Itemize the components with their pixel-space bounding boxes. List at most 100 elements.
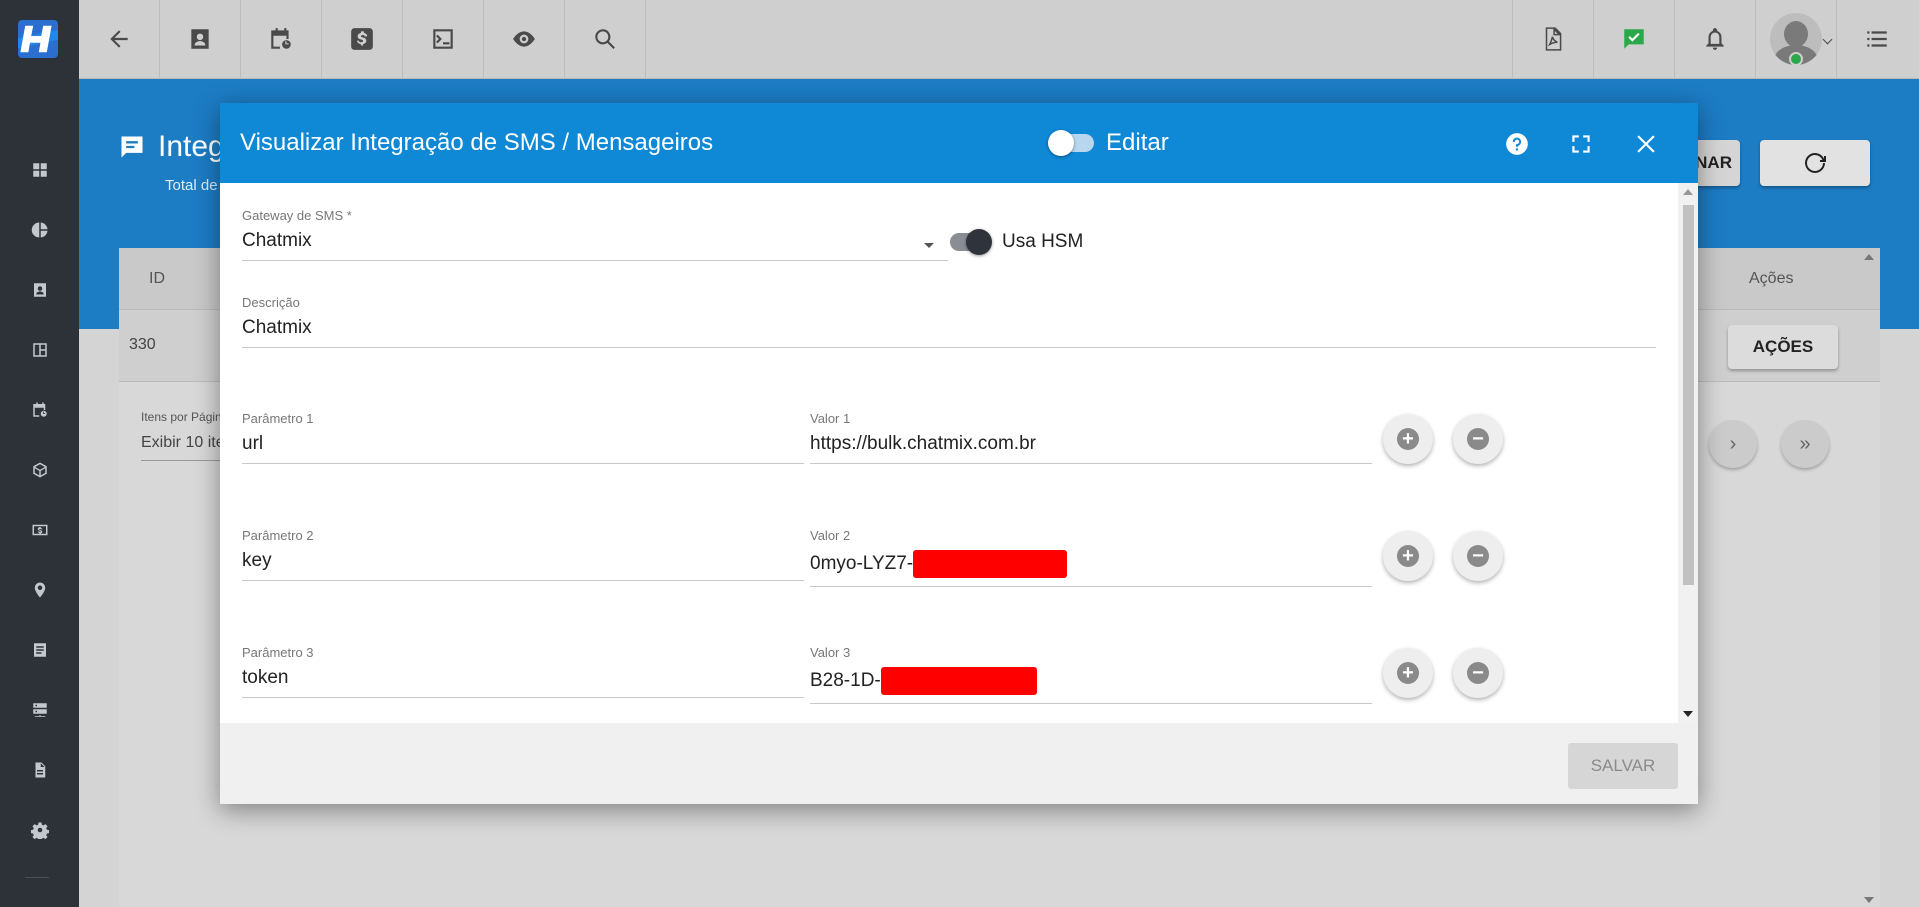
valor-3-label: Valor 3: [810, 645, 851, 660]
hsm-toggle[interactable]: Usa HSM: [950, 229, 1084, 255]
settings-icon[interactable]: [0, 800, 79, 860]
pie-chart-icon[interactable]: [0, 200, 79, 260]
edit-toggle[interactable]: Editar: [1048, 129, 1169, 157]
page-title-text: Integ: [158, 130, 225, 163]
param-2-field[interactable]: key: [242, 550, 804, 581]
contacts-button[interactable]: [160, 0, 241, 78]
column-header-acoes: Ações: [1749, 270, 1794, 287]
fullscreen-button[interactable]: [1566, 129, 1596, 159]
modal-body: Gateway de SMS * Chatmix Usa HSM Descriç…: [220, 183, 1678, 723]
plus-circle-icon: +: [1397, 545, 1419, 567]
redaction-box: [880, 667, 1037, 695]
server-icon[interactable]: [0, 680, 79, 740]
online-status-dot: [1789, 52, 1803, 66]
search-button[interactable]: [565, 0, 646, 78]
row-actions-button[interactable]: AÇÕES: [1728, 325, 1838, 369]
scroll-down-arrow[interactable]: [1683, 711, 1693, 717]
valor-3-text: B28-1D-: [810, 670, 881, 692]
contact-card-icon: [191, 29, 209, 49]
valor-2-label: Valor 2: [810, 528, 851, 543]
back-button[interactable]: [79, 0, 160, 78]
page-scrollbar[interactable]: [1858, 248, 1880, 907]
sms-integration-modal: Visualizar Integração de SMS / Mensageir…: [220, 103, 1698, 804]
contact-icon[interactable]: [0, 260, 79, 320]
bell-icon: [1706, 28, 1724, 50]
hsm-switch[interactable]: [950, 229, 992, 255]
help-icon: [1506, 133, 1528, 155]
page-size-label: Itens por Págin: [141, 410, 222, 424]
user-menu-button[interactable]: [1755, 0, 1836, 78]
notifications-button[interactable]: [1674, 0, 1755, 78]
help-button[interactable]: [1502, 129, 1532, 159]
calendar-clock-icon: [271, 28, 291, 49]
remove-param-3-button[interactable]: −: [1453, 648, 1503, 698]
remove-param-2-button[interactable]: −: [1453, 531, 1503, 581]
minus-circle-icon: −: [1467, 545, 1489, 567]
scroll-up-arrow[interactable]: [1683, 189, 1693, 195]
document-icon[interactable]: [0, 740, 79, 800]
cell-id: 330: [129, 336, 156, 353]
list-icon[interactable]: [0, 620, 79, 680]
back-arrow-icon: [110, 30, 128, 48]
message-icon: [121, 136, 143, 158]
edit-label: Editar: [1106, 129, 1169, 156]
hsm-label: Usa HSM: [1002, 231, 1084, 252]
money-icon[interactable]: [0, 500, 79, 560]
chat-check-icon: [1624, 29, 1644, 49]
last-page-button[interactable]: »: [1781, 420, 1829, 468]
add-param-1-button[interactable]: +: [1383, 414, 1433, 464]
schedule-button[interactable]: [241, 0, 322, 78]
board-icon[interactable]: [0, 320, 79, 380]
fullscreen-icon: [1572, 135, 1590, 153]
refresh-icon: [1805, 152, 1826, 173]
messages-button[interactable]: [1593, 0, 1674, 78]
search-icon: [595, 29, 615, 49]
param-3-label: Parâmetro 3: [242, 645, 314, 660]
modal-scrollbar[interactable]: [1678, 183, 1698, 723]
pdf-icon: [1545, 27, 1562, 51]
param-1-label: Parâmetro 1: [242, 411, 314, 426]
view-button[interactable]: [484, 0, 565, 78]
menu-list-button[interactable]: [1836, 0, 1917, 78]
valor-2-field[interactable]: 0myo-LYZ7-: [810, 550, 1372, 587]
param-3-field[interactable]: token: [242, 667, 804, 698]
save-button[interactable]: SALVAR: [1568, 743, 1678, 789]
list-icon: [1867, 31, 1887, 47]
location-icon[interactable]: [0, 560, 79, 620]
schedule-icon[interactable]: [0, 380, 79, 440]
descricao-label: Descrição: [242, 295, 300, 310]
page-title: Integ: [118, 130, 225, 164]
valor-1-field[interactable]: https://bulk.chatmix.com.br: [810, 433, 1372, 464]
modal-header: Visualizar Integração de SMS / Mensageir…: [220, 103, 1698, 183]
add-param-3-button[interactable]: +: [1383, 648, 1433, 698]
plus-circle-icon: +: [1397, 662, 1419, 684]
box-icon[interactable]: [0, 440, 79, 500]
redaction-box: [913, 550, 1068, 578]
terminal-button[interactable]: [403, 0, 484, 78]
remove-param-1-button[interactable]: −: [1453, 414, 1503, 464]
chevron-right-icon: ›: [1729, 432, 1737, 455]
modal-title: Visualizar Integração de SMS / Mensageir…: [240, 129, 714, 156]
scroll-thumb[interactable]: [1683, 205, 1694, 585]
sidebar: [0, 0, 79, 907]
modal-footer: SALVAR: [220, 723, 1698, 804]
topbar: [79, 0, 1919, 79]
dashboard-icon[interactable]: [0, 140, 79, 200]
edit-switch[interactable]: [1048, 130, 1094, 156]
gateway-select[interactable]: Chatmix: [242, 230, 948, 261]
next-page-button[interactable]: ›: [1709, 420, 1757, 468]
minus-circle-icon: −: [1467, 428, 1489, 450]
gateway-label: Gateway de SMS *: [242, 208, 352, 223]
param-1-field[interactable]: url: [242, 433, 804, 464]
page-subtitle: Total de: [165, 177, 218, 194]
close-button[interactable]: [1631, 129, 1661, 159]
pdf-button[interactable]: [1512, 0, 1593, 78]
app-logo[interactable]: [18, 20, 58, 58]
plus-circle-icon: +: [1397, 428, 1419, 450]
finance-button[interactable]: [322, 0, 403, 78]
refresh-button[interactable]: [1760, 140, 1870, 186]
descricao-field[interactable]: Chatmix: [242, 317, 1656, 348]
add-param-2-button[interactable]: +: [1383, 531, 1433, 581]
valor-3-field[interactable]: B28-1D-: [810, 667, 1372, 704]
column-header-id[interactable]: ID: [149, 270, 165, 288]
